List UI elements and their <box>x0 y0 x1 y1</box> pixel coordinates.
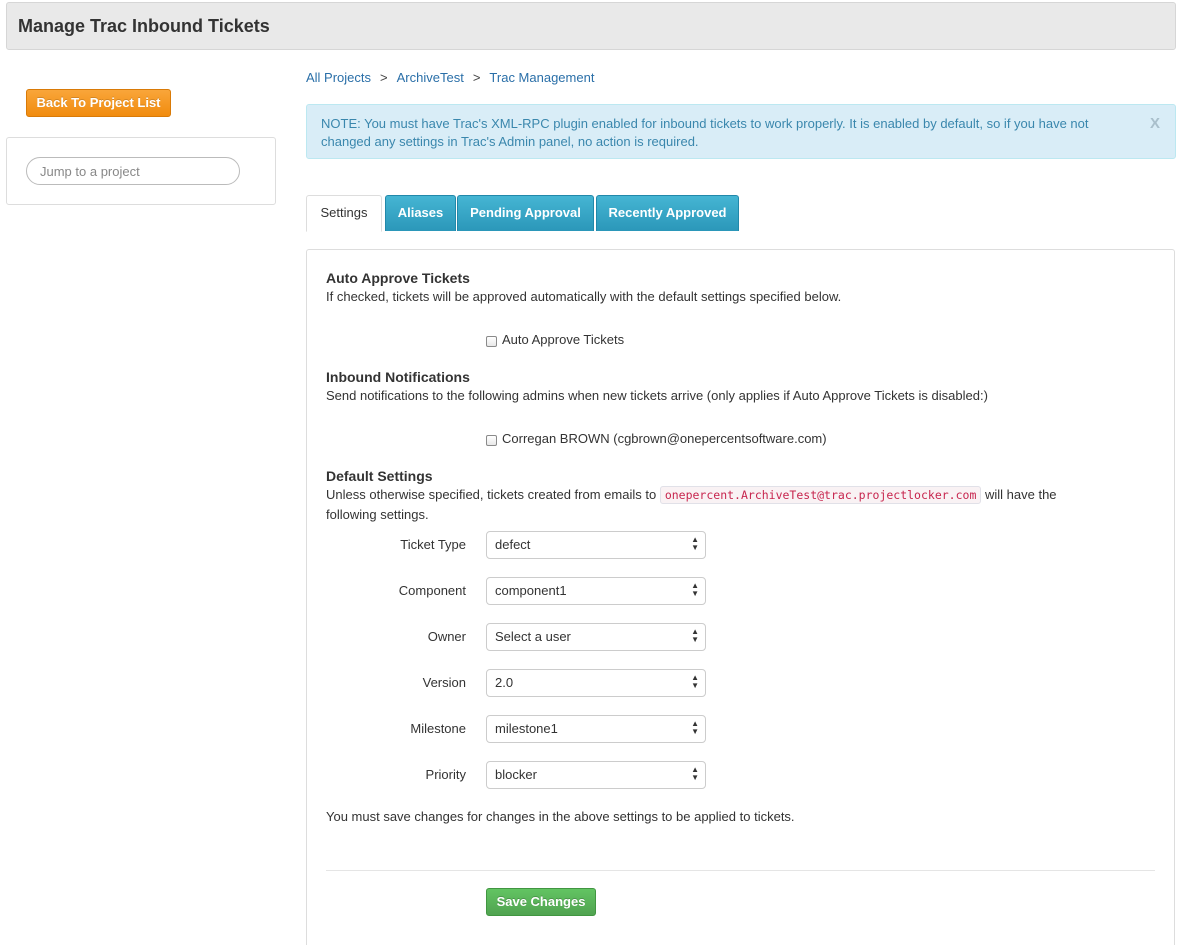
default-settings-desc-line2: following settings. <box>326 507 429 522</box>
breadcrumb: All Projects > ArchiveTest > Trac Management <box>306 70 594 85</box>
component-value: component1 <box>495 583 567 598</box>
select-arrows-icon: ▲ ▼ <box>691 765 699 782</box>
select-arrows-icon: ▲ ▼ <box>691 673 699 690</box>
tab-aliases[interactable]: Aliases <box>385 195 456 231</box>
form-divider <box>326 870 1155 871</box>
auto-approve-title: Auto Approve Tickets <box>326 270 470 286</box>
save-note: You must save changes for changes in the… <box>326 809 795 824</box>
save-changes-button[interactable]: Save Changes <box>486 888 596 916</box>
ticket-type-label: Ticket Type <box>400 537 466 552</box>
auto-approve-description: If checked, tickets will be approved aut… <box>326 289 842 304</box>
breadcrumb-all-projects-link[interactable]: All Projects <box>306 70 371 85</box>
owner-label: Owner <box>427 629 466 644</box>
owner-select[interactable]: Select a user ▲ ▼ <box>486 623 706 651</box>
back-to-project-list-button[interactable]: Back To Project List <box>26 89 171 117</box>
component-select[interactable]: component1 ▲ ▼ <box>486 577 706 605</box>
auto-approve-checkbox-row[interactable]: Auto Approve Tickets <box>486 332 624 347</box>
default-settings-title: Default Settings <box>326 468 433 484</box>
page-title: Manage Trac Inbound Tickets <box>18 16 270 36</box>
close-icon[interactable]: X <box>1150 115 1160 133</box>
select-arrows-icon: ▲ ▼ <box>691 719 699 736</box>
admin-notification-checkbox[interactable] <box>486 434 497 446</box>
auto-approve-checkbox-label: Auto Approve Tickets <box>502 332 625 347</box>
jump-to-project-input[interactable] <box>26 157 240 185</box>
breadcrumb-project-link[interactable]: ArchiveTest <box>397 70 464 85</box>
notifications-description: Send notifications to the following admi… <box>326 388 988 403</box>
page-header: Manage Trac Inbound Tickets <box>6 2 1176 50</box>
breadcrumb-trac-management-link[interactable]: Trac Management <box>489 70 594 85</box>
component-label: Component <box>398 583 466 598</box>
select-arrows-icon: ▲ ▼ <box>691 581 699 598</box>
inbound-email-address: onepercent.ArchiveTest@trac.projectlocke… <box>659 486 982 504</box>
breadcrumb-separator: > <box>472 70 481 85</box>
select-arrows-icon: ▲ ▼ <box>691 535 699 552</box>
jump-panel <box>6 137 276 205</box>
xmlrpc-note-alert: NOTE: You must have Trac's XML-RPC plugi… <box>306 104 1176 159</box>
tab-recently-approved[interactable]: Recently Approved <box>596 195 739 231</box>
version-select[interactable]: 2.0 ▲ ▼ <box>486 669 706 697</box>
auto-approve-checkbox[interactable] <box>486 335 497 347</box>
milestone-value: milestone1 <box>495 721 558 736</box>
priority-select[interactable]: blocker ▲ ▼ <box>486 761 706 789</box>
ticket-type-value: defect <box>495 537 531 552</box>
version-value: 2.0 <box>495 675 514 690</box>
notifications-title: Inbound Notifications <box>326 369 470 385</box>
priority-label: Priority <box>425 767 466 782</box>
default-settings-description: Unless otherwise specified, tickets crea… <box>326 485 1146 524</box>
default-settings-desc-after: will have the <box>985 487 1057 502</box>
breadcrumb-separator: > <box>380 70 388 85</box>
admin-notification-checkbox-row[interactable]: Corregan BROWN (cgbrown@onepercentsoftwa… <box>486 431 827 446</box>
tab-pending-approval[interactable]: Pending Approval <box>457 195 594 231</box>
select-arrows-icon: ▲ ▼ <box>691 627 699 644</box>
version-label: Version <box>422 675 466 690</box>
note-text: NOTE: You must have Trac's XML-RPC plugi… <box>321 116 1089 149</box>
tab-settings[interactable]: Settings <box>306 195 382 232</box>
owner-value: Select a user <box>495 629 571 644</box>
priority-value: blocker <box>495 767 537 782</box>
default-settings-desc-before: Unless otherwise specified, tickets crea… <box>326 487 657 502</box>
milestone-select[interactable]: milestone1 ▲ ▼ <box>486 715 706 743</box>
milestone-label: Milestone <box>410 721 466 736</box>
admin-notification-label: Corregan BROWN (cgbrown@onepercentsoftwa… <box>502 431 827 446</box>
ticket-type-select[interactable]: defect ▲ ▼ <box>486 531 706 559</box>
